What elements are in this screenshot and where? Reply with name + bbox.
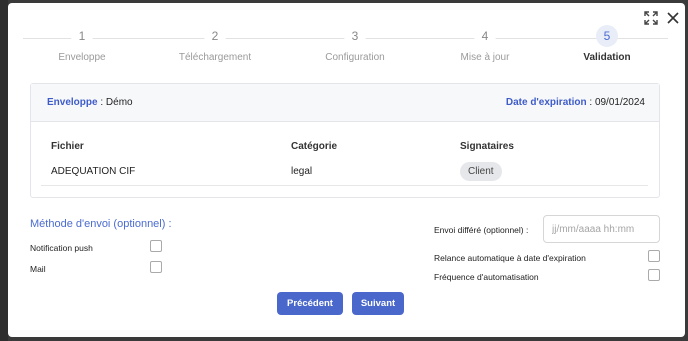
step-telechargement[interactable]: 2 Téléchargement: [155, 25, 275, 63]
step-label: Mise à jour: [460, 52, 510, 63]
push-notification-label: Notification push: [30, 243, 93, 253]
step-number: 1: [71, 25, 93, 47]
deferred-send-label: Envoi différé (optionnel) :: [434, 225, 529, 235]
summary-card: Enveloppe : Démo Date d'expiration : 09/…: [30, 83, 660, 198]
step-label: Validation: [583, 52, 631, 63]
cell-file: ADEQUATION CIF: [51, 166, 136, 177]
window-controls: [644, 11, 680, 25]
col-header-signataires: Signataires: [460, 140, 514, 152]
table-row: ADEQUATION CIF legal Client: [41, 158, 648, 186]
step-number: 4: [474, 25, 496, 47]
col-header-categorie: Catégorie: [291, 140, 338, 152]
envelope-label: Enveloppe: [47, 97, 98, 108]
envelope-info: Enveloppe : Démo: [47, 97, 133, 108]
push-notification-checkbox[interactable]: [150, 240, 162, 252]
expiry-info: Date d'expiration : 09/01/2024: [506, 97, 645, 108]
deferred-datetime-input[interactable]: [543, 215, 660, 243]
expand-icon[interactable]: [644, 11, 658, 25]
step-validation[interactable]: 5 Validation: [547, 25, 667, 63]
previous-button[interactable]: Précédent: [277, 292, 343, 315]
auto-reminder-label: Relance automatique à date d'expiration: [434, 253, 586, 263]
step-enveloppe[interactable]: 1 Enveloppe: [22, 25, 142, 63]
step-label: Enveloppe: [58, 52, 106, 63]
step-number: 5: [596, 25, 618, 47]
next-button[interactable]: Suivant: [352, 292, 404, 315]
send-method-title: Méthode d'envoi (optionnel) :: [30, 218, 172, 230]
stepper: 1 Enveloppe 2 Téléchargement 3 Configura…: [8, 25, 685, 65]
mail-checkbox[interactable]: [150, 261, 162, 273]
backdrop: [0, 0, 8, 341]
table-header-row: Fichier Catégorie Signataires: [41, 134, 648, 158]
expiry-value: 09/01/2024: [594, 97, 645, 108]
close-icon[interactable]: [666, 11, 680, 25]
envelope-separator: :: [97, 97, 106, 108]
step-configuration[interactable]: 3 Configuration: [295, 25, 415, 63]
signer-badge: Client: [460, 162, 502, 181]
auto-reminder-checkbox[interactable]: [648, 250, 660, 262]
step-label: Configuration: [325, 52, 385, 63]
step-mise-a-jour[interactable]: 4 Mise à jour: [425, 25, 545, 63]
automation-frequency-checkbox[interactable]: [648, 269, 660, 281]
summary-header: Enveloppe : Démo Date d'expiration : 09/…: [31, 84, 659, 122]
expiry-separator: :: [586, 97, 595, 108]
step-number: 2: [204, 25, 226, 47]
envelope-value: Démo: [105, 97, 133, 108]
mail-label: Mail: [30, 264, 46, 274]
cell-category: legal: [291, 166, 313, 177]
col-header-fichier: Fichier: [51, 140, 84, 152]
automation-frequency-label: Fréquence d'automatisation: [434, 272, 539, 282]
step-label: Téléchargement: [178, 52, 252, 63]
files-table: Fichier Catégorie Signataires ADEQUATION…: [41, 134, 648, 186]
step-number: 3: [344, 25, 366, 47]
expiry-label: Date d'expiration: [505, 97, 587, 108]
cell-signer: Client: [460, 162, 648, 181]
envelope-modal: 1 Enveloppe 2 Téléchargement 3 Configura…: [8, 3, 685, 337]
